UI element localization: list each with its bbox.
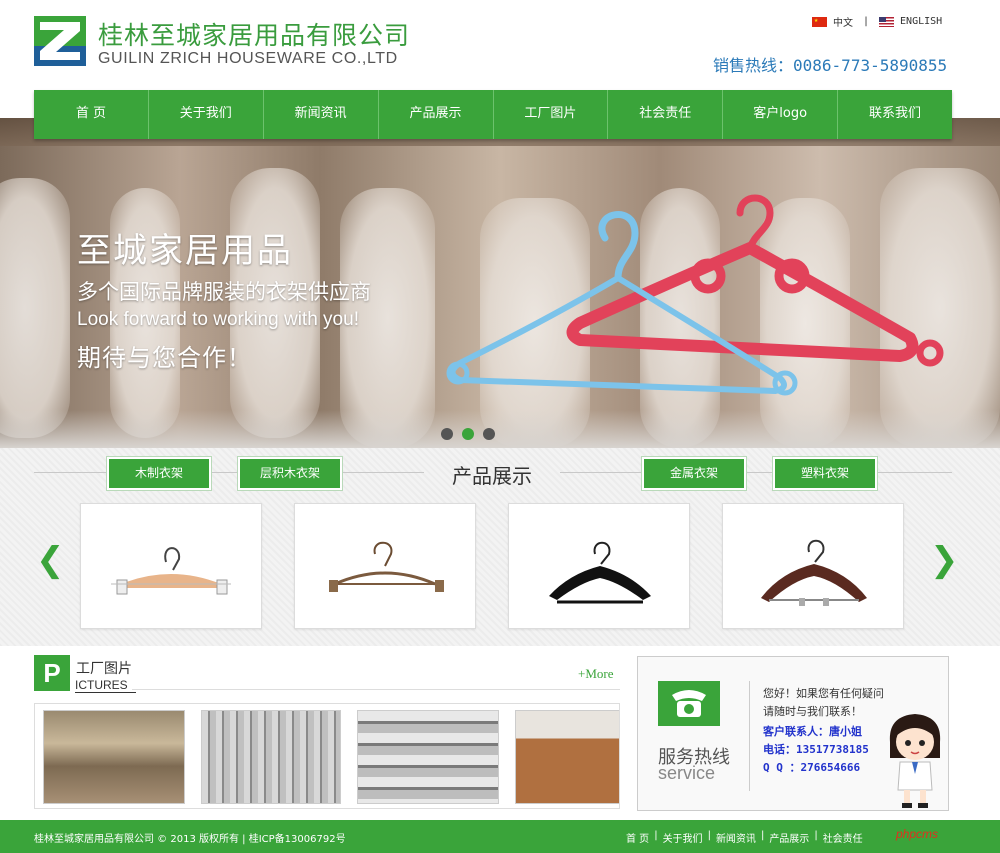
slider-dots <box>441 428 495 440</box>
section-divider <box>560 472 952 473</box>
main-nav: 首 页 关于我们 新闻资讯 产品展示 工厂图片 社会责任 客户logo 联系我们 <box>34 90 952 139</box>
product-card[interactable] <box>294 503 476 629</box>
lang-separator: | <box>863 16 870 27</box>
china-flag-icon[interactable] <box>812 16 827 27</box>
service-divider <box>749 681 750 791</box>
black-suit-hanger-image <box>549 541 651 604</box>
nav-item-home[interactable]: 首 页 <box>34 90 149 139</box>
product-card[interactable] <box>80 503 262 629</box>
next-arrow-icon[interactable]: ❯ <box>930 540 959 580</box>
category-wooden-hangers[interactable]: 木制衣架 <box>107 457 211 490</box>
service-intro: 您好！如果您有任何疑问请随时与我们联系！ <box>763 687 884 718</box>
slider-dot-2[interactable] <box>462 428 474 440</box>
slider-dot-1[interactable] <box>441 428 453 440</box>
banner-garment <box>0 178 70 438</box>
footer-link-products[interactable]: 产品展示 <box>769 830 809 845</box>
hotline-number: 0086-773-5890855 <box>793 56 948 75</box>
footer-copyright: 桂林至城家居用品有限公司 © 2013 版权所有 | 桂ICP备13006792… <box>34 834 346 845</box>
category-metal-hangers[interactable]: 金属衣架 <box>642 457 746 490</box>
pictures-title-cn: 工厂图片 <box>76 661 132 677</box>
footer-separator: | <box>654 830 658 841</box>
pictures-divider <box>132 689 620 690</box>
product-section-title: 产品展示 <box>452 464 532 488</box>
pictures-title-en: ICTURES <box>75 678 136 693</box>
footer-separator: | <box>814 830 818 841</box>
nav-item-news[interactable]: 新闻资讯 <box>264 90 379 139</box>
footer-link-news[interactable]: 新闻资讯 <box>716 830 756 845</box>
footer-link-home[interactable]: 首 页 <box>626 830 649 845</box>
nav-item-factory[interactable]: 工厂图片 <box>494 90 609 139</box>
pictures-badge: P <box>34 655 70 691</box>
hanger-product-image <box>446 194 944 396</box>
service-phone: 电话：13517738185 <box>763 743 869 756</box>
footer-link-about[interactable]: 关于我们 <box>663 830 703 845</box>
footer-links: 首 页 | 关于我们 | 新闻资讯 | 产品展示 | 社会责任 <box>626 830 863 845</box>
company-name-en: GUILIN ZRICH HOUSEWARE CO.,LTD <box>98 50 398 67</box>
category-plastic-hangers[interactable]: 塑料衣架 <box>773 457 877 490</box>
nav-item-contact[interactable]: 联系我们 <box>838 90 952 139</box>
service-contact-person: 客户联系人：唐小姐 <box>763 725 862 738</box>
service-title-en: service <box>658 763 716 783</box>
product-card[interactable] <box>508 503 690 629</box>
customer-service-girl-icon <box>889 714 941 808</box>
company-logo[interactable] <box>34 16 86 66</box>
product-card[interactable] <box>722 503 904 629</box>
sales-hotline: 销售热线：0086-773-5890855 <box>713 52 947 76</box>
banner-subtitle: 多个国际品牌服装的衣架供应商 <box>77 280 371 304</box>
company-name-cn: 桂林至城家居用品有限公司 <box>98 21 411 50</box>
phpcms-watermark: phpcms <box>896 827 939 841</box>
footer-separator: | <box>760 830 765 841</box>
factory-photo-shelves[interactable] <box>357 710 499 804</box>
banner-english-line: Look forward to working with you! <box>77 309 359 330</box>
hotline-label: 销售热线： <box>713 56 794 75</box>
prev-arrow-icon[interactable]: ❮ <box>36 540 65 580</box>
bronze-clip-hanger-image <box>329 541 444 592</box>
pictures-more-link[interactable]: +More <box>578 666 614 682</box>
footer-separator: | <box>707 830 711 841</box>
factory-photo-strip <box>34 703 620 809</box>
wooden-suit-hanger-image <box>761 539 867 606</box>
telephone-icon <box>658 681 720 726</box>
footer-link-social[interactable]: 社会责任 <box>823 830 863 845</box>
nav-item-clients[interactable]: 客户logo <box>723 90 839 139</box>
header: 桂林至城家居用品有限公司 GUILIN ZRICH HOUSEWARE CO.,… <box>0 0 1000 90</box>
lang-chinese-link[interactable]: 中文 <box>833 14 853 29</box>
slider-dot-3[interactable] <box>483 428 495 440</box>
wooden-clip-hanger-image <box>111 547 231 595</box>
lang-english-link[interactable]: ENGLISH <box>900 16 942 27</box>
nav-item-about[interactable]: 关于我们 <box>149 90 264 139</box>
footer: 桂林至城家居用品有限公司 © 2013 版权所有 | 桂ICP备13006792… <box>0 820 1000 853</box>
language-switcher: 中文 | ENGLISH <box>812 14 942 29</box>
category-laminated-hangers[interactable]: 层积木衣架 <box>238 457 342 490</box>
section-divider <box>34 472 424 473</box>
banner-slogan: 期待与您合作！ <box>77 344 252 372</box>
service-qq: Q Q ：276654666 <box>763 761 861 774</box>
nav-item-products[interactable]: 产品展示 <box>379 90 494 139</box>
factory-photo-workers[interactable] <box>43 710 185 804</box>
nav-item-social[interactable]: 社会责任 <box>608 90 724 139</box>
factory-photo-warehouse[interactable] <box>515 710 619 804</box>
hero-banner: 至城家居用品 多个国际品牌服装的衣架供应商 Look forward to wo… <box>0 118 1000 448</box>
factory-photo-racks[interactable] <box>201 710 341 804</box>
banner-headline: 至城家居用品 <box>77 231 293 271</box>
us-flag-icon[interactable] <box>879 16 895 27</box>
